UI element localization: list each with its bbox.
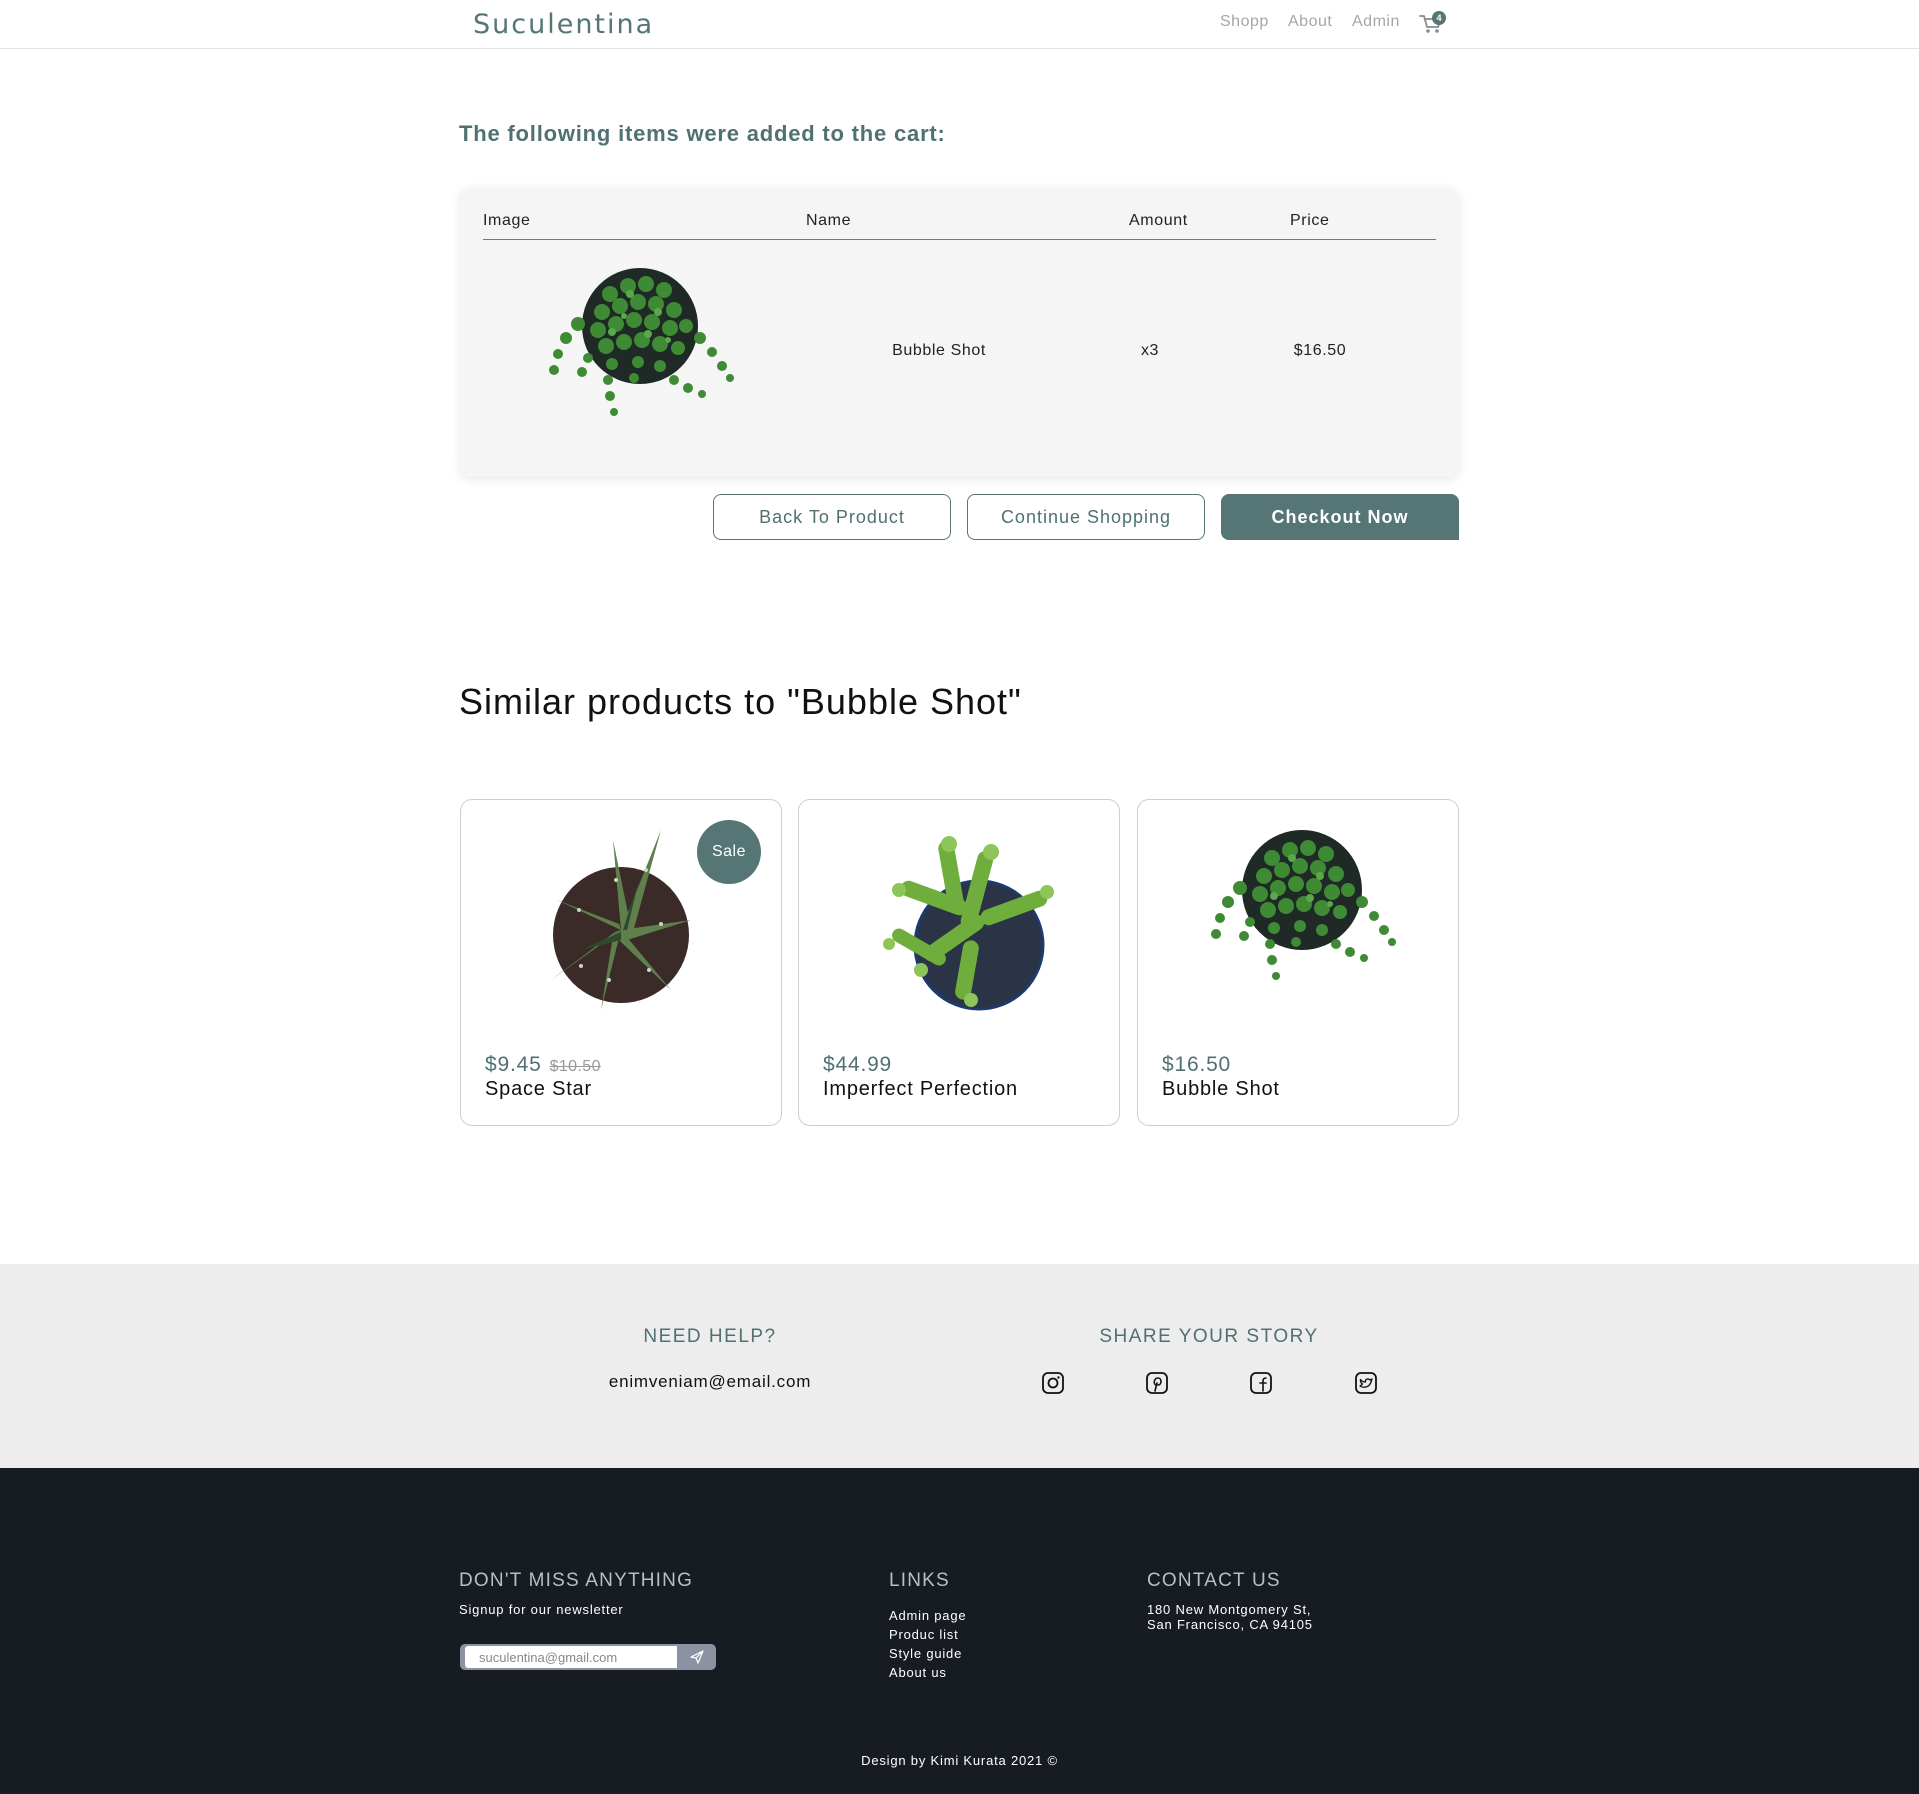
checkout-now-button[interactable]: Checkout Now xyxy=(1221,494,1459,540)
nav-link-shopp[interactable]: Shopp xyxy=(1220,13,1269,31)
column-header-name: Name xyxy=(806,212,852,229)
newsletter-subtitle: Signup for our newsletter xyxy=(459,1602,624,1617)
footer-link-product-list[interactable]: Produc list xyxy=(889,1625,966,1644)
cart-item-amount: x3 xyxy=(1140,342,1160,359)
cart-added-heading: The following items were added to the ca… xyxy=(459,121,946,146)
bubble-shot-product-image xyxy=(549,268,734,416)
cart-count-badge: 4 xyxy=(1432,11,1446,25)
design-credit: Design by Kimi Kurata 2021 © xyxy=(861,1753,1058,1768)
newsletter-title: DON'T MISS ANYTHING xyxy=(459,1570,694,1591)
top-navbar: Suculentina Shopp About Admin 4 xyxy=(0,0,1919,49)
nav-link-about[interactable]: About xyxy=(1288,13,1332,31)
nav-item-shopp[interactable]: Shopp xyxy=(1220,13,1269,31)
twitter-icon[interactable] xyxy=(1353,1370,1379,1396)
newsletter-email-input[interactable] xyxy=(465,1646,677,1668)
product-current-price: $9.45 xyxy=(485,1053,542,1076)
continue-shopping-button[interactable]: Continue Shopping xyxy=(967,494,1205,540)
space-star-product-image xyxy=(551,830,691,1010)
links-title: LINKS xyxy=(889,1570,950,1591)
product-name[interactable]: Imperfect Perfection xyxy=(823,1078,1018,1101)
product-card-bubble-shot[interactable]: $16.50 Bubble Shot xyxy=(1137,799,1459,1126)
share-your-story-title: SHARE YOUR STORY xyxy=(1099,1326,1319,1347)
footer-link-about-us[interactable]: About us xyxy=(889,1663,966,1682)
footer-links: Admin page Produc list Style guide About… xyxy=(889,1606,966,1682)
contact-address-line1: 180 New Montgomery St, xyxy=(1147,1602,1312,1617)
product-name[interactable]: Bubble Shot xyxy=(1162,1078,1280,1101)
similar-products-heading: Similar products to "Bubble Shot" xyxy=(459,681,1022,722)
product-card-imperfect-perfection[interactable]: $44.99 Imperfect Perfection xyxy=(798,799,1120,1126)
back-to-product-button[interactable]: Back To Product xyxy=(713,494,951,540)
pinterest-icon[interactable] xyxy=(1144,1370,1170,1396)
send-icon[interactable] xyxy=(682,1647,712,1667)
help-section: NEED HELP? enimveniam@email.com SHARE YO… xyxy=(0,1264,1919,1468)
product-price: $44.99 xyxy=(823,1053,893,1076)
contact-address: 180 New Montgomery St, San Francisco, CA… xyxy=(1147,1602,1313,1632)
column-header-price: Price xyxy=(1290,212,1330,229)
column-header-image: Image xyxy=(483,212,531,229)
product-old-price: $10.50 xyxy=(549,1058,601,1075)
sale-badge: Sale xyxy=(697,820,761,884)
contact-address-line2: San Francisco, CA 94105 xyxy=(1147,1617,1313,1632)
need-help-title: NEED HELP? xyxy=(643,1326,777,1347)
column-header-amount: Amount xyxy=(1129,212,1188,229)
cart-item-name: Bubble Shot xyxy=(892,342,986,359)
nav-item-about[interactable]: About xyxy=(1288,13,1332,31)
product-card-space-star[interactable]: Sale $9.45 $10.50 Space Star xyxy=(460,799,782,1126)
newsletter-form xyxy=(460,1644,716,1670)
help-email-link[interactable]: enimveniam@email.com xyxy=(560,1372,860,1392)
product-price: $16.50 xyxy=(1162,1053,1232,1076)
cart-item-price: $16.50 xyxy=(1293,342,1347,359)
product-price: $9.45 $10.50 xyxy=(485,1053,601,1077)
nav-link-admin[interactable]: Admin xyxy=(1352,13,1400,31)
footer-link-style-guide[interactable]: Style guide xyxy=(889,1644,966,1663)
product-name[interactable]: Space Star xyxy=(485,1078,592,1101)
nav-item-admin[interactable]: Admin xyxy=(1352,13,1400,31)
contact-title: CONTACT US xyxy=(1147,1570,1281,1591)
table-header-divider xyxy=(483,239,1436,240)
instagram-icon[interactable] xyxy=(1040,1370,1066,1396)
facebook-icon[interactable] xyxy=(1248,1370,1274,1396)
footer-link-admin-page[interactable]: Admin page xyxy=(889,1606,966,1625)
bubble-shot-product-image xyxy=(1211,830,1396,980)
site-footer: DON'T MISS ANYTHING Signup for our newsl… xyxy=(0,1468,1919,1794)
cart-table: Image Name Amount Price Bubble Shot x3 $… xyxy=(460,188,1459,477)
site-logo[interactable]: Suculentina xyxy=(473,9,654,40)
imperfect-perfection-product-image xyxy=(883,836,1054,1011)
